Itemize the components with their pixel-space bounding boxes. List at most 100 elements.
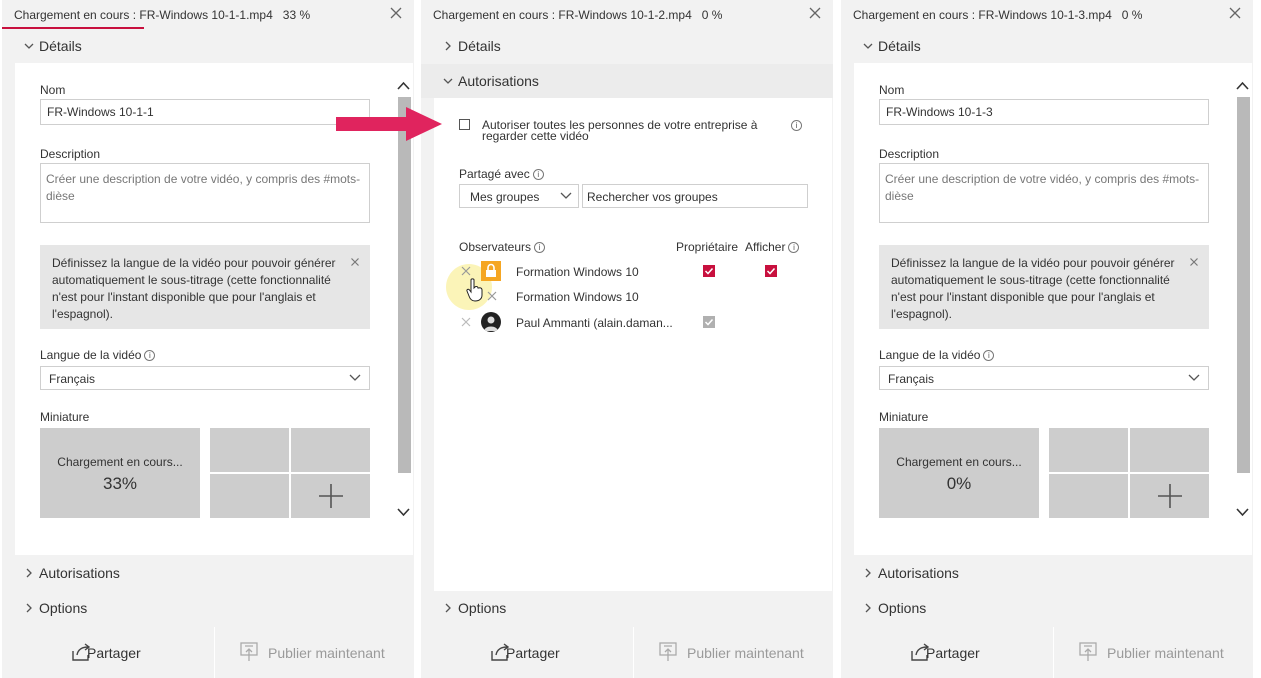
- info-icon[interactable]: i: [534, 242, 546, 254]
- chevron-down-icon: [443, 78, 453, 84]
- section-options-label: Options: [878, 600, 927, 616]
- share-label: Partager: [87, 645, 141, 661]
- thumbnail-label: Miniature: [40, 410, 90, 424]
- section-permissions-header[interactable]: Autorisations: [841, 556, 1253, 590]
- shared-with-label-text: Partagé avec: [459, 167, 530, 181]
- group-search-input[interactable]: Rechercher vos groupes: [582, 184, 808, 208]
- show-checkbox[interactable]: [765, 265, 777, 277]
- groups-select[interactable]: Mes groupes: [459, 184, 579, 208]
- section-options-label: Options: [458, 600, 507, 616]
- chevron-down-icon[interactable]: [1236, 507, 1249, 517]
- chevron-down-icon: [1188, 374, 1200, 381]
- plus-icon: [319, 484, 343, 508]
- observers-label: Observateurs: [459, 240, 532, 254]
- info-icon[interactable]: i: [144, 350, 156, 362]
- permissions-body: Autoriser toutes les personnes de votre …: [434, 98, 832, 591]
- share-label: Partager: [926, 645, 980, 661]
- info-icon[interactable]: i: [532, 169, 544, 181]
- language-label-text: Langue de la vidéo: [879, 348, 981, 362]
- section-options-header[interactable]: Options: [421, 591, 833, 625]
- share-button[interactable]: Partager: [15, 627, 214, 678]
- publish-icon: [1079, 642, 1097, 661]
- upload-panel-3: Chargement en cours : FR-Windows 10-1-3.…: [841, 0, 1253, 678]
- dismiss-icon[interactable]: [350, 257, 360, 267]
- section-options-header[interactable]: Options: [841, 591, 1253, 625]
- upload-percent: 0 %: [1121, 8, 1143, 22]
- language-info-box: Définissez la langue de la vidéo pour po…: [40, 245, 370, 329]
- publish-label: Publier maintenant: [1107, 645, 1224, 661]
- name-input[interactable]: FR-Windows 10-1-3: [879, 99, 1209, 125]
- observer-name: Paul Ammanti (alain.daman...: [516, 316, 673, 330]
- dismiss-icon[interactable]: [1189, 257, 1199, 267]
- description-input[interactable]: Créer une description de votre vidéo, y …: [40, 163, 370, 223]
- language-select[interactable]: Français: [40, 366, 370, 390]
- section-details-header[interactable]: Détails: [421, 29, 833, 63]
- thumbnail-option[interactable]: [1049, 428, 1128, 472]
- description-input[interactable]: Créer une description de votre vidéo, y …: [879, 163, 1209, 223]
- section-details-label: Détails: [458, 38, 501, 54]
- language-select[interactable]: Français: [879, 366, 1209, 390]
- chevron-down-icon: [863, 43, 873, 49]
- remove-icon[interactable]: [487, 291, 497, 301]
- publish-now-button[interactable]: Publier maintenant: [214, 627, 413, 678]
- observer-name: Formation Windows 10: [516, 265, 639, 279]
- section-options-header[interactable]: Options: [2, 591, 414, 625]
- info-icon[interactable]: i: [788, 242, 800, 254]
- show-column-label: Afficher: [745, 240, 786, 254]
- thumbnail-option[interactable]: [210, 428, 289, 472]
- lock-icon: [481, 261, 501, 281]
- remove-icon[interactable]: [461, 266, 471, 276]
- section-details-header[interactable]: Détails: [2, 29, 414, 63]
- chevron-down-icon[interactable]: [397, 507, 410, 517]
- share-button[interactable]: Partager: [854, 627, 1053, 678]
- close-icon[interactable]: [1227, 5, 1243, 21]
- allow-all-checkbox[interactable]: [459, 119, 470, 130]
- thumbnail-option[interactable]: [291, 428, 370, 472]
- name-label: Nom: [879, 83, 905, 97]
- info-icon[interactable]: i: [983, 350, 995, 362]
- section-details-header[interactable]: Détails: [841, 29, 1253, 63]
- section-details-label: Détails: [878, 38, 921, 54]
- share-button[interactable]: Partager: [434, 627, 633, 678]
- chevron-up-icon[interactable]: [397, 81, 410, 91]
- section-permissions-header[interactable]: Autorisations: [421, 64, 833, 98]
- scrollbar[interactable]: [1234, 77, 1250, 525]
- scrollbar[interactable]: [395, 77, 411, 525]
- thumbnail-option[interactable]: [1049, 474, 1128, 518]
- remove-icon[interactable]: [461, 317, 471, 327]
- observers-header: Observateurs i: [459, 240, 546, 254]
- language-select-value: Français: [888, 372, 935, 386]
- thumbnail-option[interactable]: [1130, 428, 1209, 472]
- close-icon[interactable]: [807, 5, 823, 21]
- upload-percent: 0 %: [701, 8, 723, 22]
- chevron-right-icon: [26, 568, 32, 578]
- publish-now-button[interactable]: Publier maintenant: [633, 627, 832, 678]
- upload-title: Chargement en cours : FR-Windows 10-1-2.…: [433, 8, 692, 22]
- name-input[interactable]: FR-Windows 10-1-1: [40, 99, 370, 125]
- panel-header: Chargement en cours : FR-Windows 10-1-3.…: [841, 0, 1253, 30]
- publish-now-button[interactable]: Publier maintenant: [1053, 627, 1252, 678]
- publish-label: Publier maintenant: [687, 645, 804, 661]
- chevron-down-icon: [24, 43, 34, 49]
- panel-footer: Partager Publier maintenant: [854, 627, 1252, 678]
- allow-all-label: Autoriser toutes les personnes de votre …: [482, 118, 758, 143]
- scrollbar-thumb[interactable]: [1237, 97, 1250, 473]
- info-icon[interactable]: i: [791, 120, 802, 131]
- add-thumbnail-button[interactable]: [1130, 474, 1209, 518]
- chevron-right-icon: [865, 603, 871, 613]
- close-icon[interactable]: [388, 5, 404, 21]
- scrollbar-thumb[interactable]: [398, 97, 411, 473]
- add-thumbnail-button[interactable]: [291, 474, 370, 518]
- upload-percent: 33 %: [282, 8, 311, 22]
- upload-panel-2: Chargement en cours : FR-Windows 10-1-2.…: [421, 0, 833, 678]
- owner-checkbox[interactable]: [703, 265, 715, 277]
- owner-column-header: Propriétaire: [676, 240, 739, 254]
- chevron-right-icon: [445, 41, 451, 51]
- thumbnail-preview: Chargement en cours... 0%: [879, 428, 1039, 518]
- language-info-text: Définissez la langue de la vidéo pour po…: [891, 256, 1175, 321]
- panel-header: Chargement en cours : FR-Windows 10-1-2.…: [421, 0, 833, 30]
- thumbnail-option[interactable]: [210, 474, 289, 518]
- chevron-up-icon[interactable]: [1236, 81, 1249, 91]
- check-icon: [766, 267, 776, 275]
- section-permissions-header[interactable]: Autorisations: [2, 556, 414, 590]
